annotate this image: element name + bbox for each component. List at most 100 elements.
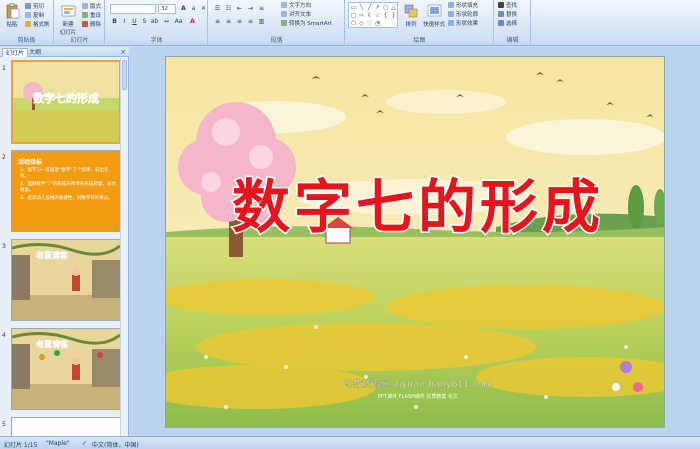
align-left-icon[interactable]: ≡ bbox=[213, 17, 222, 26]
arrange-icon bbox=[404, 4, 417, 18]
replace-button[interactable]: 替换 bbox=[498, 11, 517, 19]
thumbnail-3-image: 老鼠请客 bbox=[12, 240, 120, 320]
drawing-group-label: 绘图 bbox=[346, 37, 493, 45]
shape-effects-button[interactable]: 形状效果 bbox=[448, 20, 478, 28]
line-shape-icon[interactable]: ╱ bbox=[366, 4, 373, 11]
shrink-font-icon[interactable]: a bbox=[189, 4, 198, 13]
layout-icon bbox=[82, 3, 88, 9]
quick-styles-button[interactable]: 快速样式 bbox=[423, 2, 445, 36]
watermark-text: 幼教资源网 ziyuan.baby611.com bbox=[343, 378, 493, 390]
decrease-indent-icon[interactable]: ⇤ bbox=[235, 4, 244, 13]
heart-shape-icon[interactable]: ♡ bbox=[366, 20, 373, 27]
copy-button[interactable]: 复制 bbox=[25, 12, 44, 20]
pen-icon bbox=[448, 11, 454, 17]
replace-icon bbox=[498, 11, 504, 17]
increase-indent-icon[interactable]: ⇥ bbox=[246, 4, 255, 13]
arrow-shape-icon[interactable]: ↗ bbox=[374, 4, 381, 11]
editing-group: 查找 替换 选择 编辑 bbox=[495, 0, 531, 46]
delete-icon bbox=[82, 21, 88, 27]
slide-editing-area: 数字七的形成 幼教资源网 ziyuan.baby611.com PPT课件 FL… bbox=[130, 47, 700, 436]
slide-thumbnail-4[interactable]: 老鼠请客 bbox=[11, 328, 121, 410]
slide-thumbnail-1[interactable]: 数字七的形成 bbox=[11, 60, 121, 144]
char-spacing-icon[interactable]: ↔ bbox=[162, 17, 171, 26]
bullets-icon[interactable]: ☰ bbox=[213, 4, 222, 13]
tab-outline[interactable]: 大纲 bbox=[26, 48, 44, 57]
delete-button[interactable]: 删除 bbox=[82, 21, 101, 29]
strikethrough-icon[interactable]: ab bbox=[150, 17, 159, 26]
rectangle-shape-icon[interactable]: ▭ bbox=[350, 4, 357, 11]
new-slide-button[interactable]: 新建 幻灯片 bbox=[56, 2, 80, 36]
close-icon[interactable]: × bbox=[120, 48, 126, 56]
shape-outline-button[interactable]: 形状轮廓 bbox=[448, 11, 478, 19]
reset-button[interactable]: 重设 bbox=[82, 12, 101, 20]
reset-icon bbox=[82, 12, 88, 18]
oval-shape-icon[interactable]: ○ bbox=[382, 4, 389, 11]
pentagon-shape-icon[interactable]: ⬠ bbox=[350, 20, 357, 27]
align-right-icon[interactable]: ≡ bbox=[235, 17, 244, 26]
select-button[interactable]: 选择 bbox=[498, 20, 517, 28]
paragraph-group: ☰ ☷ ⇤ ⇥ ≡ ≡ ≡ ≡ ≡ ▥ 文字方向 对齐文本 转换为 SmartA… bbox=[209, 0, 345, 46]
columns-icon[interactable]: ▥ bbox=[257, 17, 266, 26]
down-arrow-shape-icon[interactable]: ⇩ bbox=[366, 12, 373, 19]
line-spacing-icon[interactable]: ≡ bbox=[257, 4, 266, 13]
cut-button[interactable]: 剪切 bbox=[25, 3, 44, 11]
thumb-line: 1、能学习一首短歌“数字”了个韵律，说出名称。 bbox=[20, 168, 109, 179]
line-shape-icon[interactable]: ╲ bbox=[358, 4, 365, 11]
text-direction-label: 文字方向 bbox=[289, 3, 312, 9]
tab-slides[interactable]: 幻灯片 bbox=[2, 48, 29, 57]
font-name-field[interactable] bbox=[110, 4, 156, 14]
shadow-icon[interactable]: S bbox=[140, 17, 149, 26]
brace-shape-icon[interactable]: } bbox=[390, 12, 397, 19]
slide-canvas[interactable]: 数字七的形成 幼教资源网 ziyuan.baby611.com PPT课件 FL… bbox=[165, 56, 665, 428]
scroll-thumb[interactable] bbox=[122, 60, 127, 90]
clear-format-icon[interactable]: ✕ bbox=[199, 4, 208, 13]
find-button[interactable]: 查找 bbox=[498, 2, 517, 10]
spell-check-icon[interactable]: ✓ bbox=[82, 440, 87, 447]
slide-title[interactable]: 数字七的形成 bbox=[230, 172, 604, 243]
new-slide-label-2: 幻灯片 bbox=[59, 30, 77, 36]
layout-button[interactable]: 版式 bbox=[82, 3, 101, 11]
change-case-icon[interactable]: Aa bbox=[174, 17, 183, 26]
copy-label: 复制 bbox=[33, 13, 45, 19]
binoculars-icon bbox=[498, 2, 504, 8]
align-text-button[interactable]: 对齐文本 bbox=[281, 11, 311, 19]
callout-shape-icon[interactable]: ◔ bbox=[374, 20, 381, 27]
format-painter-button[interactable]: 格式刷 bbox=[25, 21, 50, 29]
new-slide-label-1: 新建 bbox=[62, 22, 74, 28]
slide-thumbnail-3[interactable]: 老鼠请客 bbox=[11, 239, 121, 321]
rounded-rect-shape-icon[interactable]: ▢ bbox=[350, 12, 357, 19]
drawing-group: ▭ ╲ ╱ ↗ ○ △ ▢ ⇨ ⇩ ☆ { } ⬠ ◇ ♡ ◔ 排列 快速样式 … bbox=[346, 0, 494, 46]
arrange-button[interactable]: 排列 bbox=[400, 2, 422, 36]
slide-thumbnail-2[interactable]: 活动目标 1、能学习一首短歌“数字”了个韵律，说出名称。 2、理解数字“7”的形… bbox=[11, 150, 121, 232]
right-arrow-shape-icon[interactable]: ⇨ bbox=[358, 12, 365, 19]
brace-shape-icon[interactable]: { bbox=[382, 12, 389, 19]
align-center-icon[interactable]: ≡ bbox=[224, 17, 233, 26]
ribbon: 粘贴 剪切 复制 格式刷 剪贴板 新建 幻灯片 版式 重设 删除 幻灯片 32 … bbox=[0, 0, 700, 46]
replace-label: 替换 bbox=[506, 12, 518, 18]
quick-styles-label: 快速样式 bbox=[423, 22, 446, 28]
reset-label: 重设 bbox=[90, 13, 102, 19]
paste-button[interactable]: 粘贴 bbox=[1, 2, 23, 36]
font-size-field[interactable]: 32 bbox=[158, 4, 176, 14]
shape-fill-button[interactable]: 形状填充 bbox=[448, 2, 478, 10]
select-label: 选择 bbox=[506, 21, 518, 27]
triangle-shape-icon[interactable]: △ bbox=[390, 4, 397, 11]
text-direction-button[interactable]: 文字方向 bbox=[281, 2, 311, 10]
italic-icon[interactable]: I bbox=[120, 17, 129, 26]
underline-icon[interactable]: U bbox=[130, 17, 139, 26]
justify-icon[interactable]: ≡ bbox=[246, 17, 255, 26]
numbering-icon[interactable]: ☷ bbox=[224, 4, 233, 13]
thumbnail-scrollbar[interactable] bbox=[120, 58, 128, 436]
smartart-button[interactable]: 转换为 SmartArt bbox=[281, 20, 332, 28]
star-shape-icon[interactable]: ☆ bbox=[374, 12, 381, 19]
diamond-shape-icon[interactable]: ◇ bbox=[358, 20, 365, 27]
font-color-icon[interactable]: A bbox=[188, 17, 197, 26]
thumbnail-1-image: 数字七的形成 bbox=[13, 62, 119, 142]
shapes-gallery[interactable]: ▭ ╲ ╱ ↗ ○ △ ▢ ⇨ ⇩ ☆ { } ⬠ ◇ ♡ ◔ bbox=[348, 2, 398, 28]
fill-bucket-icon bbox=[448, 2, 454, 8]
bold-icon[interactable]: B bbox=[110, 17, 119, 26]
paragraph-group-label: 段落 bbox=[209, 37, 344, 45]
grow-font-icon[interactable]: A bbox=[179, 4, 188, 13]
slide-thumbnail-5[interactable] bbox=[11, 417, 121, 436]
language-indicator[interactable]: 中文(简体，中国) bbox=[92, 440, 139, 449]
